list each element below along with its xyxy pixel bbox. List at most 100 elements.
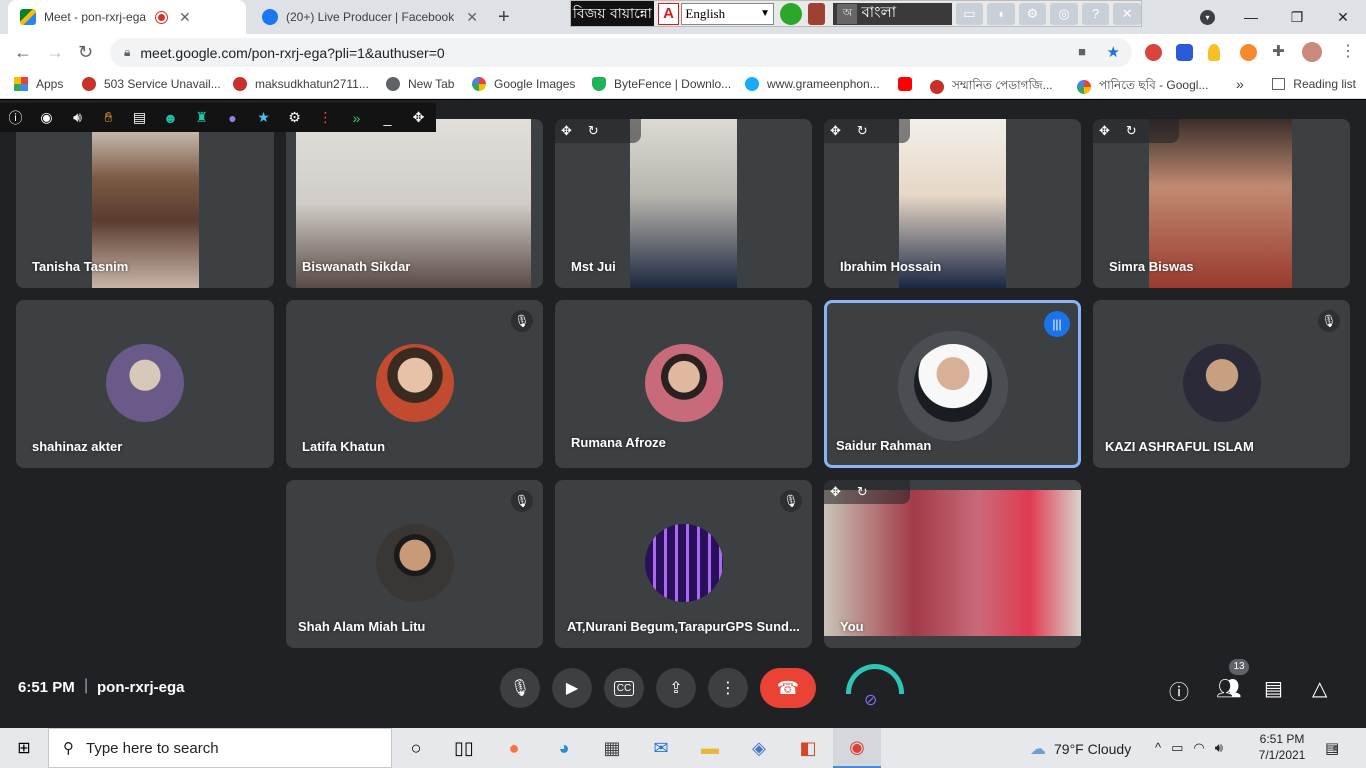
move-icon[interactable]: ✥ [830,484,841,500]
restore-icon[interactable]: ❐ [1274,9,1320,26]
menu-kebab-icon[interactable]: ⋮ [1340,41,1356,61]
forward-icon[interactable]: → [46,42,64,63]
mail-icon[interactable]: ✉ [637,728,685,768]
speaker-icon[interactable]: 🔊︎ [62,109,93,126]
address-bar[interactable]: 🔒︎ meet.google.com/pon-rxrj-ega?pli=1&au… [110,38,1132,67]
system-clock[interactable]: 6:51 PM 7/1/2021 [1252,731,1312,763]
bookmark-apps[interactable]: Apps [14,77,63,91]
bookmark-item[interactable]: www.grameenphon... [745,77,880,91]
rotate-icon[interactable]: ↻ [857,484,868,500]
taskbar-search-box[interactable]: ⚲ Type here to search [48,728,392,768]
participant-tile[interactable]: Biswanath Sikdar [286,119,543,288]
chat-icon[interactable]: ▤ [1264,676,1283,701]
close-tab-icon[interactable]: ✕ [179,9,191,26]
firefox-icon[interactable]: ● [490,728,538,768]
new-tab-icon[interactable]: + [498,6,510,29]
wifi-icon[interactable]: ◠ [1193,740,1204,756]
participant-tile[interactable]: 🎙︎ Latifa Khatun [286,300,543,468]
tab-search-icon[interactable]: ▾ [1200,10,1215,25]
volume-icon[interactable]: 🔊︎ [1215,740,1223,756]
participant-tile[interactable]: 🎙︎ KAZI ASHRAFUL ISLAM [1093,300,1350,468]
download-icon[interactable] [780,2,802,25]
powerpoint-icon[interactable]: ◧ [784,728,832,768]
meeting-details-icon[interactable]: ⓘ [1169,676,1189,705]
minimize-icon[interactable]: — [1228,9,1274,25]
clipboard-icon[interactable]: ▤ [124,109,155,126]
bookmark-item[interactable]: 503 Service Unavail... [82,77,221,91]
minimize-icon[interactable]: _ [372,110,403,126]
rotate-icon[interactable]: ↻ [857,123,868,139]
info-icon[interactable]: ⓘ [0,108,31,128]
close-tab-icon[interactable]: ✕ [466,9,478,26]
globe-icon[interactable]: ◎ [1050,2,1078,25]
microphone-button[interactable]: 🎙︎ [500,668,540,708]
help-icon[interactable]: ? [1081,2,1110,25]
back-icon[interactable]: ← [14,42,32,63]
font-a-icon[interactable]: A [657,2,680,25]
participant-tile[interactable]: 🎙︎ AT,Nurani Begum,TarapurGPS Sund... [555,480,812,648]
participant-tile[interactable]: shahinaz akter [16,300,274,468]
language-select[interactable]: English ▼ [681,2,775,25]
reload-icon[interactable]: ↻ [78,42,93,63]
keyboard-icon[interactable]: ▭ [955,2,984,25]
more-bookmarks-icon[interactable]: » [1236,76,1244,92]
people-icon[interactable]: 👥︎ [1216,676,1241,701]
bookmark-item[interactable]: Google Images [472,77,575,91]
more-options-icon[interactable]: ⋮ [310,109,341,126]
rotate-icon[interactable]: ↻ [588,123,599,139]
bangla-input-mode[interactable]: অ বাংলা [833,2,952,25]
participant-tile[interactable]: 🎙︎ Shah Alam Miah Litu [286,480,543,648]
cortana-icon[interactable]: ○ [392,728,440,768]
windows-start-icon[interactable]: ⊞ [0,728,48,768]
participant-tile[interactable]: ✥ ↻ Simra Biswas [1093,119,1350,288]
activities-icon[interactable]: △ [1312,676,1327,701]
move-icon[interactable]: ✥ [561,123,572,139]
extension-orange-icon[interactable] [1240,44,1257,61]
move-icon[interactable]: ✥ [403,109,434,126]
participant-tile[interactable]: ✥ ↻ Mst Jui [555,119,812,288]
more-options-button[interactable]: ⋮ [708,668,748,708]
star-icon[interactable]: ★ [248,109,279,126]
extension-apple-icon[interactable] [1145,44,1162,61]
tab-facebook[interactable]: (20+) Live Producer | Facebook ✕ [250,0,490,34]
self-view-tile[interactable]: ✥ ↻ You [824,480,1081,648]
reading-list-button[interactable]: Reading list [1272,77,1356,91]
eye-off-icon[interactable]: ⊘ [864,690,877,710]
notifications-icon[interactable]: ▤ 5 [1325,739,1339,757]
file-explorer-icon[interactable]: ▬ [686,728,734,768]
raise-hand-icon[interactable]: ✋︎ [93,109,124,126]
chevron-up-icon[interactable]: ^ [1155,740,1161,756]
participant-tile-active-speaker[interactable]: ||| Saidur Rahman [824,300,1081,468]
settings-icon[interactable]: ⚙ [1018,2,1047,25]
edge-icon[interactable]: ◕ [540,728,588,768]
bookmark-item[interactable]: ByteFence | Downlo... [592,77,731,91]
present-screen-button[interactable]: ⇪ [656,668,696,708]
extension-gs-icon[interactable] [1176,44,1193,61]
camera-icon[interactable]: ■ [1078,44,1086,59]
close-window-icon[interactable]: ✕ [1320,9,1366,26]
captions-button[interactable]: CC [604,668,644,708]
participant-tile[interactable]: Tanisha Tasnim [16,119,274,288]
bookmark-star-icon[interactable]: ★ [1107,43,1120,61]
participant-tile[interactable]: ✥ ↻ Ibrahim Hossain [824,119,1081,288]
ribbon-icon[interactable]: ♜ [186,109,217,126]
bookmark-item[interactable]: সম্মানিত পেডাগজি... [930,77,1053,97]
expand-icon[interactable]: » [341,110,372,126]
profile-avatar[interactable] [1302,42,1322,62]
emoji-icon[interactable]: ☻ [155,110,186,126]
bookmark-item[interactable]: পানিতে ছবি - Googl... [1077,77,1208,97]
extension-bulb-icon[interactable] [1208,44,1220,61]
tab-meet[interactable]: Meet - pon-rxrj-ega ✕ [8,0,246,34]
move-icon[interactable]: ✥ [830,123,841,139]
chat-bubble-icon[interactable]: ● [217,110,248,126]
lock-icon[interactable]: 🔒︎ [124,45,130,60]
end-call-button[interactable]: ☎︎ [760,668,816,708]
mouse-icon[interactable]: ◖ [987,2,1015,25]
network-app-icon[interactable]: ◈ [735,728,783,768]
store-icon[interactable]: ▦ [588,728,636,768]
camera-button[interactable]: ▶ [552,668,592,708]
gear-icon[interactable]: ⚙ [279,109,310,126]
weather-widget[interactable]: ☁ 79°F Cloudy [1030,739,1131,759]
bookmark-item[interactable] [898,77,920,91]
eye-icon[interactable]: ◉ [31,109,62,126]
